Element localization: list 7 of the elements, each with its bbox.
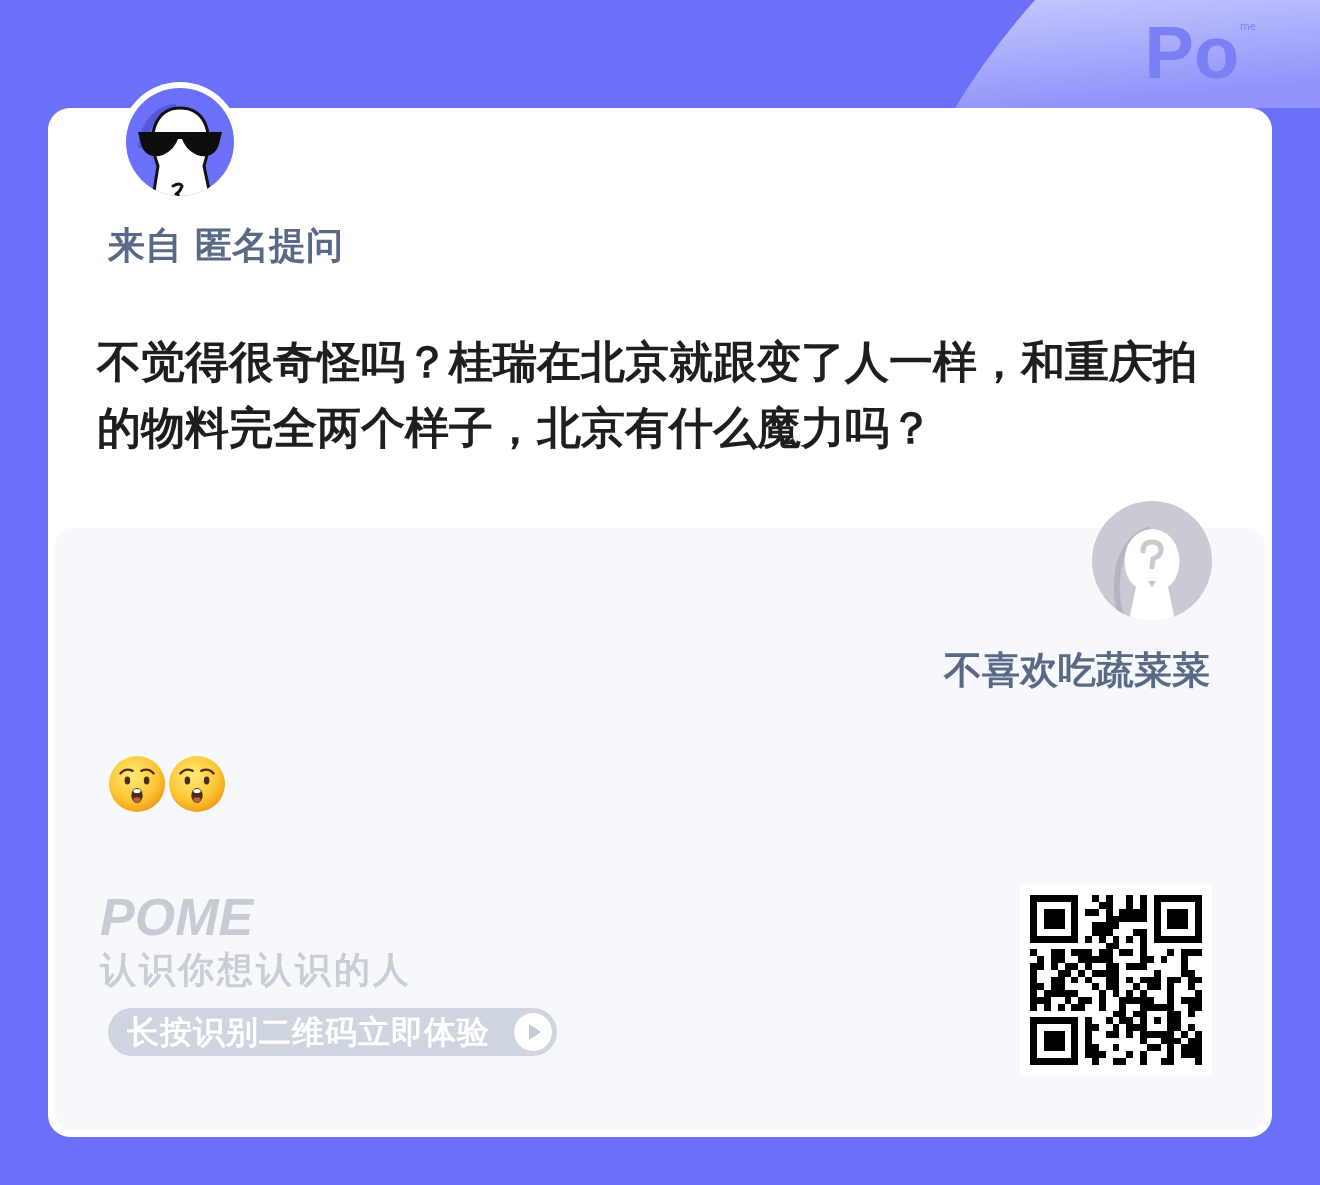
question-text: 不觉得很奇怪吗？桂瑞在北京就跟变了人一样，和重庆拍的物料完全两个样子，北京有什么魔力吗？ xyxy=(97,335,1198,455)
play-icon xyxy=(514,1013,552,1051)
qr-code-icon xyxy=(1020,885,1212,1075)
astonished-face-icon xyxy=(109,756,165,812)
answerer-name: 不喜欢吃蔬菜菜 xyxy=(944,647,1210,693)
astonished-face-icon xyxy=(169,756,225,812)
sender-label: 来自 匿名提问 xyxy=(108,226,343,266)
